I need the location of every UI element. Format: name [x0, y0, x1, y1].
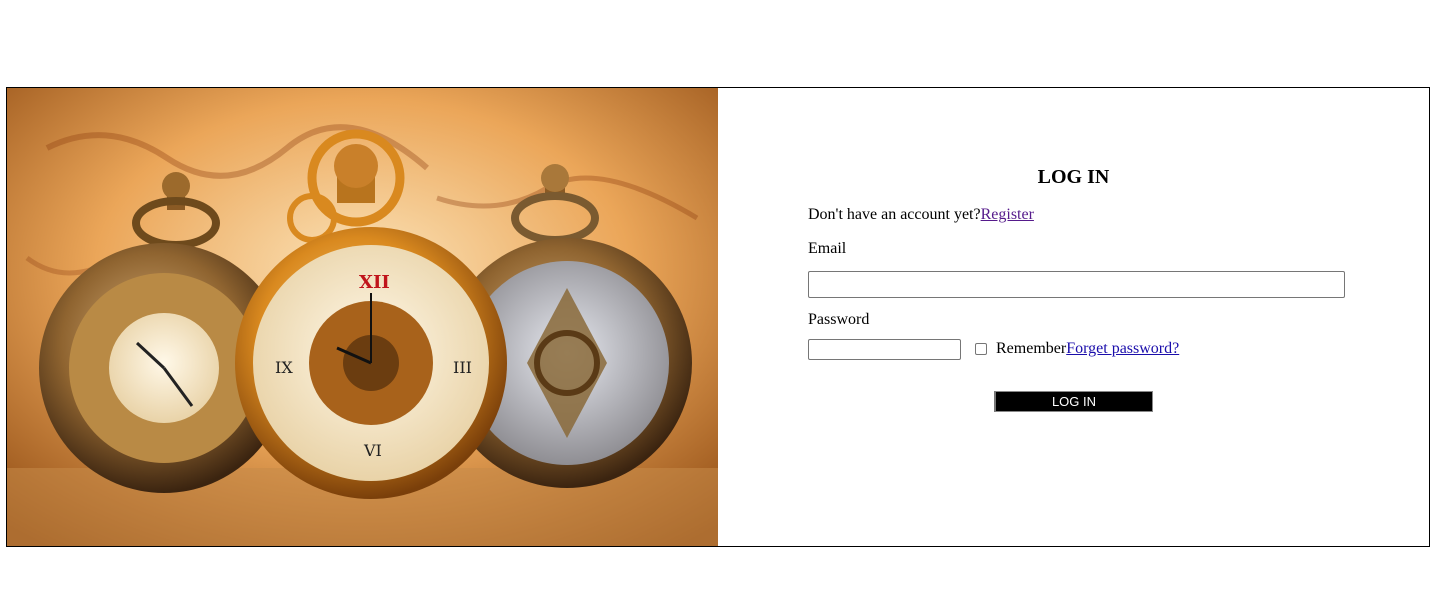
login-panel: LOG IN Don't have an account yet?Registe…: [718, 88, 1429, 546]
remember-label: Remember: [996, 340, 1067, 357]
password-label: Password: [808, 311, 870, 328]
password-row: Remember Forget password?: [808, 338, 1179, 360]
hero-image: XII IX III VI: [7, 88, 718, 546]
pocket-watches-image: XII IX III VI: [7, 88, 718, 546]
page-title: LOG IN: [1037, 166, 1110, 188]
login-card: XII IX III VI LOG IN Don't have an accou…: [6, 87, 1430, 547]
email-field[interactable]: [808, 271, 1345, 298]
register-link[interactable]: Register: [981, 206, 1034, 223]
login-button[interactable]: LOG IN: [994, 391, 1153, 412]
register-prompt: Don't have an account yet?Register: [808, 206, 1034, 224]
forgot-password-link[interactable]: Forget password?: [1066, 340, 1179, 358]
svg-text:VI: VI: [363, 441, 382, 460]
email-label: Email: [808, 240, 847, 257]
svg-text:III: III: [453, 358, 472, 377]
no-account-text: Don't have an account yet?: [808, 206, 981, 223]
svg-text:IX: IX: [275, 358, 293, 377]
svg-text:XII: XII: [359, 272, 390, 293]
remember-checkbox[interactable]: [975, 343, 987, 355]
password-field[interactable]: [808, 338, 961, 360]
